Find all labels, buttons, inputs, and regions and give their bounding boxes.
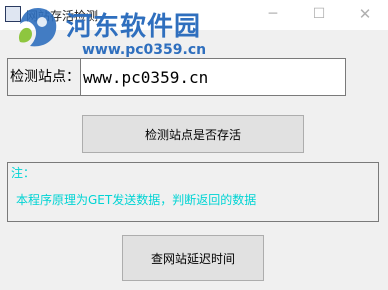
watermark-name: 河东软件园 (66, 12, 202, 42)
note-group: 注： 本程序原理为GET发送数据，判断返回的数据 (7, 162, 379, 222)
site-label: 检测站点： (7, 58, 81, 96)
check-alive-button[interactable]: 检测站点是否存活 (82, 115, 304, 153)
note-title: 注： (11, 166, 36, 180)
maximize-button[interactable]: ☐ (296, 0, 342, 30)
minimize-button[interactable]: ─ (250, 0, 296, 30)
site-input[interactable] (81, 58, 346, 96)
note-text: 本程序原理为GET发送数据，判断返回的数据 (16, 193, 257, 207)
check-delay-button[interactable]: 查网站延迟时间 (122, 235, 264, 281)
watermark-url: www.pc0359.cn (82, 42, 207, 58)
watermark-logo-icon (18, 8, 57, 47)
close-button[interactable]: ✕ (342, 0, 388, 30)
